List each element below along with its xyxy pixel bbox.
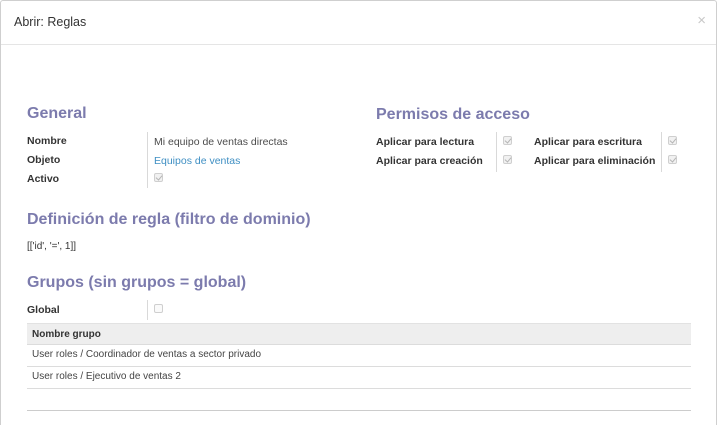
field-divider [147,132,148,188]
section-title-permissions: Permisos de acceso [376,106,530,123]
table-cell: User roles / Coordinador de ventas a sec… [32,349,262,360]
field-label-activo: Activo [27,173,60,185]
close-icon[interactable]: × [697,13,706,28]
table-cell: User roles / Ejecutivo de ventas 2 [32,371,181,382]
dialog-header: Abrir: Reglas × [1,1,716,45]
perm-divider [661,132,662,172]
field-label-global: Global [27,304,60,316]
perm-create-checkbox[interactable] [503,155,512,164]
field-label-nombre: Nombre [27,135,67,147]
perm-read-checkbox[interactable] [503,136,512,145]
perm-write-checkbox[interactable] [668,136,677,145]
section-title-domain: Definición de regla (filtro de dominio) [27,211,311,228]
activo-checkbox[interactable] [154,173,163,182]
dialog: Abrir: Reglas × General Nombre Mi equipo… [0,0,717,425]
field-link-objeto[interactable]: Equipos de ventas [154,155,240,167]
perm-label-write: Aplicar para escritura [534,136,642,148]
table-row[interactable]: User roles / Ejecutivo de ventas 2 [27,367,691,389]
column-header-nombre-grupo: Nombre grupo [32,329,101,340]
field-divider [147,300,148,320]
perm-label-create: Aplicar para creación [376,155,483,167]
field-label-objeto: Objeto [27,154,61,166]
global-checkbox[interactable] [154,304,163,313]
table-row[interactable]: User roles / Coordinador de ventas a sec… [27,345,691,367]
dialog-title: Abrir: Reglas [14,15,87,29]
perm-delete-checkbox[interactable] [668,155,677,164]
groups-table: Nombre grupo User roles / Coordinador de… [27,323,691,411]
section-title-general: General [27,105,87,122]
field-value-nombre[interactable]: Mi equipo de ventas directas [154,136,288,148]
perm-divider [496,132,497,172]
table-header[interactable]: Nombre grupo [27,323,691,345]
domain-value[interactable]: [['id', '=', 1]] [27,241,76,252]
perm-label-read: Aplicar para lectura [376,136,475,148]
perm-label-delete: Aplicar para eliminación [534,155,656,167]
table-empty-row [27,389,691,411]
section-title-groups: Grupos (sin grupos = global) [27,274,247,291]
